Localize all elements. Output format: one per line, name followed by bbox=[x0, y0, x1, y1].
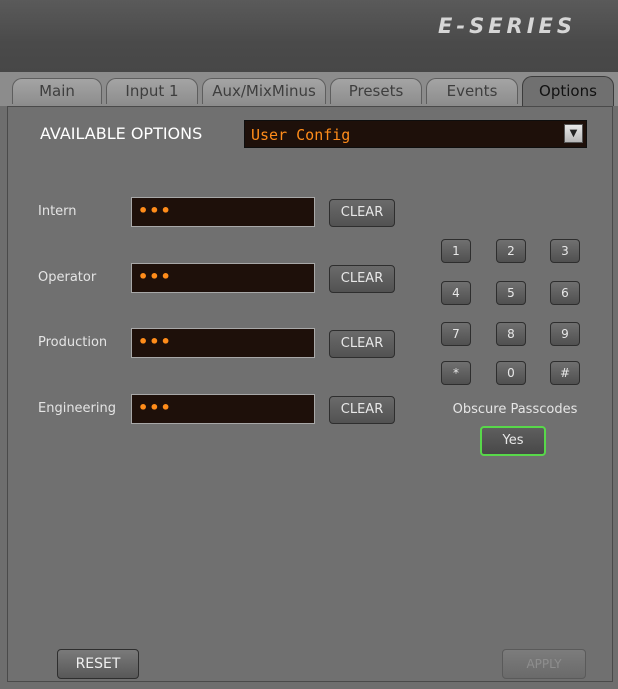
tab-aux-mixminus[interactable]: Aux/MixMinus bbox=[202, 78, 326, 104]
obscure-passcodes-toggle[interactable]: Yes bbox=[480, 426, 546, 456]
keypad-key-4[interactable]: 4 bbox=[441, 281, 471, 305]
brand-logo: E-SERIES bbox=[438, 14, 576, 38]
intern-clear-button[interactable]: CLEAR bbox=[329, 199, 395, 227]
keypad-key-6[interactable]: 6 bbox=[550, 281, 580, 305]
available-options-label: AVAILABLE OPTIONS bbox=[40, 124, 203, 143]
keypad-key-8[interactable]: 8 bbox=[496, 322, 526, 346]
tab-main[interactable]: Main bbox=[12, 78, 102, 104]
obscure-passcodes-label: Obscure Passcodes bbox=[452, 402, 578, 417]
top-bar: E-SERIES bbox=[0, 0, 618, 72]
available-options-dropdown[interactable]: User Config ▼ bbox=[244, 120, 587, 148]
operator-label: Operator bbox=[38, 270, 97, 285]
apply-button[interactable]: APPLY bbox=[502, 649, 586, 679]
keypad-key-2[interactable]: 2 bbox=[496, 239, 526, 263]
tab-presets[interactable]: Presets bbox=[330, 78, 422, 104]
engineering-passcode-field[interactable]: ••• bbox=[131, 394, 315, 424]
keypad-key-5[interactable]: 5 bbox=[496, 281, 526, 305]
operator-passcode-field[interactable]: ••• bbox=[131, 263, 315, 293]
tab-events[interactable]: Events bbox=[426, 78, 518, 104]
engineering-passcode-value: ••• bbox=[138, 398, 172, 417]
dropdown-value: User Config bbox=[251, 126, 351, 144]
intern-passcode-field[interactable]: ••• bbox=[131, 197, 315, 227]
tab-input-1[interactable]: Input 1 bbox=[106, 78, 198, 104]
operator-passcode-value: ••• bbox=[138, 267, 172, 286]
production-passcode-value: ••• bbox=[138, 332, 172, 351]
production-label: Production bbox=[38, 335, 108, 350]
keypad-key-1[interactable]: 1 bbox=[441, 239, 471, 263]
production-passcode-field[interactable]: ••• bbox=[131, 328, 315, 358]
engineering-clear-button[interactable]: CLEAR bbox=[329, 396, 395, 424]
intern-passcode-value: ••• bbox=[138, 201, 172, 220]
keypad-key-3[interactable]: 3 bbox=[550, 239, 580, 263]
reset-button[interactable]: RESET bbox=[57, 649, 139, 679]
keypad-key-9[interactable]: 9 bbox=[550, 322, 580, 346]
intern-label: Intern bbox=[38, 204, 77, 219]
operator-clear-button[interactable]: CLEAR bbox=[329, 265, 395, 293]
keypad-key-7[interactable]: 7 bbox=[441, 322, 471, 346]
production-clear-button[interactable]: CLEAR bbox=[329, 330, 395, 358]
tab-options[interactable]: Options bbox=[522, 76, 614, 106]
keypad-key-0[interactable]: 0 bbox=[496, 361, 526, 385]
dropdown-arrow-icon[interactable]: ▼ bbox=[564, 124, 583, 143]
keypad-key-hash[interactable]: # bbox=[550, 361, 580, 385]
engineering-label: Engineering bbox=[38, 401, 116, 416]
keypad-key-star[interactable]: * bbox=[441, 361, 471, 385]
